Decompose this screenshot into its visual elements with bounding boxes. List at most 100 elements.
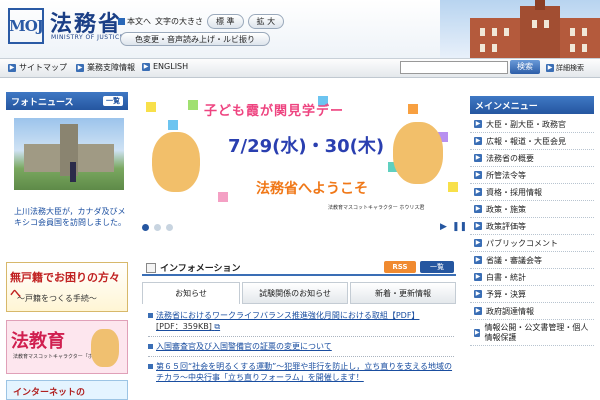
menu-item-disclosure[interactable]: ▶ 情報公開・公文書管理・個人情報保護: [470, 320, 594, 346]
business-info-label: 業務支障情報: [87, 63, 135, 72]
menu-item-label: 省議・審議会等: [486, 255, 542, 265]
arrow-right-icon: ▶: [474, 154, 482, 162]
arrow-right-icon: ▶: [474, 256, 482, 264]
main-menu-header: メインメニュー: [470, 96, 594, 114]
menu-item-policy[interactable]: ▶ 政策・施策: [470, 201, 594, 218]
external-window-icon: ⧉: [214, 322, 221, 331]
arrow-right-icon: ▶: [474, 171, 482, 179]
main-menu-title: メインメニュー: [475, 101, 538, 112]
color-change-button[interactable]: 色変更・音声読み上げ・ルビ振り: [120, 32, 270, 46]
font-size-label: 文字の大きさ: [155, 17, 203, 26]
hero-slide[interactable]: 子ども霞が関見学デー 7/29(水)・30(木) 法務省へようこそ 法教育マスコ…: [138, 92, 464, 216]
business-info-link[interactable]: ▶ 業務支障情報: [76, 62, 135, 73]
menu-item-label: 政策評価等: [486, 221, 526, 231]
moj-logo-icon[interactable]: MOJ: [8, 8, 44, 44]
menu-item-label: 政府調達情報: [486, 306, 534, 316]
arrow-right-icon: ▶: [474, 273, 482, 281]
arrow-right-icon: ▶: [474, 120, 482, 128]
font-normal-button[interactable]: 標 準: [207, 14, 244, 29]
menu-item-label: 予算・決算: [486, 289, 526, 299]
search-input[interactable]: [400, 61, 508, 74]
search-button[interactable]: 検索: [510, 60, 540, 74]
koseki-banner-subtitle: ～戸籍をつくる手続～: [17, 294, 97, 303]
arrow-right-icon: ▶: [474, 328, 481, 337]
slide-dot[interactable]: [154, 224, 161, 231]
news-item[interactable]: 法務省におけるワークライフバランス推進強化月間における取組【PDF】 [PDF：3…: [148, 310, 454, 332]
news-item-text: 入国審査官及び入国警備官の証票の変更について: [156, 342, 332, 351]
menu-item-budget[interactable]: ▶ 予算・決算: [470, 286, 594, 303]
tab-notices[interactable]: お知らせ: [142, 282, 240, 304]
document-icon: [146, 262, 156, 273]
news-list: 法務省におけるワークライフバランス推進強化月間における取組【PDF】 [PDF：3…: [148, 310, 454, 387]
menu-item-laws[interactable]: ▶ 所管法令等: [470, 167, 594, 184]
info-list-button[interactable]: 一覧: [420, 261, 454, 273]
menu-item-recruit[interactable]: ▶ 資格・採用情報: [470, 184, 594, 201]
internet-banner-label: インターネットの: [13, 388, 86, 398]
internet-banner[interactable]: インターネットの: [6, 380, 128, 400]
law-education-banner[interactable]: 法教育 法教育マスコットキャラクター「ホウリス君」: [6, 320, 128, 374]
news-item-text: 第６５回“社会を明るくする運動”～犯罪や非行を防止し，立ち直りを支える地域のチカ…: [156, 362, 453, 382]
photo-news-image[interactable]: [14, 118, 124, 190]
rss-button[interactable]: RSS: [384, 261, 416, 273]
menu-item-white-paper[interactable]: ▶ 白書・統計: [470, 269, 594, 286]
tab-exam-notices[interactable]: 試験関係のお知らせ: [242, 282, 348, 304]
header-tools: 本文へ 文字の大きさ 標 準 拡 大: [118, 14, 285, 29]
hero-date: 7/29(水)・30(木): [228, 136, 385, 157]
hero-credit: 法教育マスコットキャラクター ホウリス君: [328, 205, 425, 211]
menu-item-label: 資格・採用情報: [486, 187, 542, 197]
menu-item-overview[interactable]: ▶ 法務省の概要: [470, 150, 594, 167]
arrow-right-icon: ▶: [546, 64, 554, 72]
menu-item-councils[interactable]: ▶ 省議・審議会等: [470, 252, 594, 269]
menu-item-label: 情報公開・公文書管理・個人情報保護: [484, 322, 589, 342]
menu-item-label: 広報・報道・大臣会見: [486, 136, 566, 146]
font-large-button[interactable]: 拡 大: [247, 14, 285, 29]
law-education-title: 法教育: [11, 331, 65, 352]
news-item[interactable]: 入国審査官及び入国警備官の証票の変更について: [148, 341, 454, 352]
menu-item-label: 政策・施策: [486, 204, 526, 214]
menu-item-label: 所管法令等: [486, 170, 526, 180]
advanced-search-link[interactable]: ▶ 詳細検索: [546, 63, 584, 73]
slide-dot[interactable]: [142, 224, 149, 231]
menu-item-public-comment[interactable]: ▶ パブリックコメント: [470, 235, 594, 252]
hero-headline: 子ども霞が関見学デー: [204, 104, 345, 119]
hero-welcome: 法務省へようこそ: [256, 181, 368, 197]
menu-item-evaluation[interactable]: ▶ 政策評価等: [470, 218, 594, 235]
arrow-right-icon: ▶: [142, 62, 150, 71]
arrow-right-icon: ▶: [76, 63, 84, 72]
menu-item-pr[interactable]: ▶ 広報・報道・大臣会見: [470, 133, 594, 150]
skip-link-label: 本文へ: [127, 17, 151, 26]
menu-item-label: 大臣・副大臣・政務官: [486, 119, 566, 129]
menu-item-label: パブリックコメント: [486, 238, 558, 248]
news-item-text: 法務省におけるワークライフバランス推進強化月間における取組【PDF】: [156, 311, 420, 320]
pause-icon[interactable]: ❚❚: [452, 222, 467, 232]
advanced-search-label: 詳細検索: [556, 64, 584, 72]
main-menu: ▶ 大臣・副大臣・政務官 ▶ 広報・報道・大臣会見 ▶ 法務省の概要 ▶ 所管法令等 ▶…: [470, 116, 594, 346]
site-subtitle: MINISTRY OF JUSTICE: [51, 34, 125, 41]
slide-dot[interactable]: [166, 224, 173, 231]
photo-news-header: フォトニュース 一覧: [6, 92, 128, 110]
arrow-right-icon: ▶: [474, 290, 482, 298]
arrow-right-icon: ▶: [474, 205, 482, 213]
square-bullet-icon: [118, 18, 125, 25]
tab-new-updates[interactable]: 新着・更新情報: [350, 282, 456, 304]
arrow-right-icon: ▶: [474, 307, 482, 315]
koseki-banner[interactable]: 無戸籍でお困りの方々へ ～戸籍をつくる手続～: [6, 262, 128, 312]
arrow-right-icon: ▶: [8, 63, 16, 72]
skip-link[interactable]: 本文へ: [118, 16, 151, 27]
play-icon[interactable]: ▶: [440, 222, 447, 232]
arrow-right-icon: ▶: [474, 222, 482, 230]
arrow-right-icon: ▶: [474, 239, 482, 247]
menu-item-label: 白書・統計: [486, 272, 526, 282]
building-image: [440, 0, 600, 58]
squirrel-mascot-icon: [91, 329, 119, 367]
menu-item-minister[interactable]: ▶ 大臣・副大臣・政務官: [470, 116, 594, 133]
pdf-size: [PDF：359KB]: [156, 322, 212, 331]
sitemap-link[interactable]: ▶ サイトマップ: [8, 62, 67, 73]
english-link[interactable]: ▶ ENGLISH: [142, 62, 188, 71]
news-item[interactable]: 第６５回“社会を明るくする運動”～犯罪や非行を防止し，立ち直りを支える地域のチカ…: [148, 361, 454, 383]
photo-news-list-button[interactable]: 一覧: [103, 96, 123, 106]
sitemap-label: サイトマップ: [19, 63, 67, 72]
photo-news-title: フォトニュース: [11, 97, 74, 108]
photo-news-caption[interactable]: 上川法務大臣が，カナダ及びメキシコ会員国を訪問しました。: [14, 206, 126, 228]
menu-item-procurement[interactable]: ▶ 政府調達情報: [470, 303, 594, 320]
